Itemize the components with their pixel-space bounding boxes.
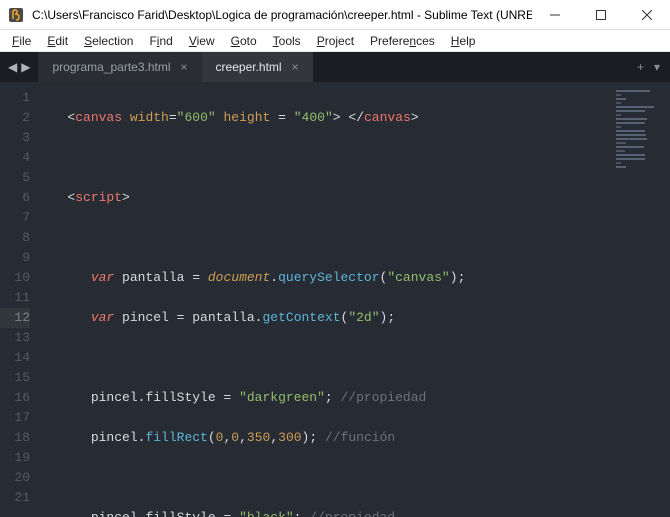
line-number: 8 bbox=[0, 228, 30, 248]
line-number: 13 bbox=[0, 328, 30, 348]
minimap[interactable] bbox=[610, 82, 670, 517]
line-number: 4 bbox=[0, 148, 30, 168]
line-number: 20 bbox=[0, 468, 30, 488]
maximize-button[interactable] bbox=[578, 0, 624, 30]
menu-view[interactable]: View bbox=[181, 32, 223, 50]
line-number: 1 bbox=[0, 88, 30, 108]
minimize-button[interactable] bbox=[532, 0, 578, 30]
line-number: 2 bbox=[0, 108, 30, 128]
nav-back-icon[interactable]: ◀ bbox=[8, 60, 17, 74]
line-gutter: 123456789101112131415161718192021 bbox=[0, 82, 40, 517]
line-number: 9 bbox=[0, 248, 30, 268]
menu-project[interactable]: Project bbox=[309, 32, 362, 50]
tab-close-icon[interactable]: × bbox=[292, 60, 299, 74]
line-number: 16 bbox=[0, 388, 30, 408]
close-button[interactable] bbox=[624, 0, 670, 30]
window-title: C:\Users\Francisco Farid\Desktop\Logica … bbox=[32, 8, 532, 22]
line-number: 19 bbox=[0, 448, 30, 468]
tab-bar: ◀ ▶ programa_parte3.html × creeper.html … bbox=[0, 52, 670, 82]
tab-label: programa_parte3.html bbox=[52, 60, 170, 74]
menu-selection[interactable]: Selection bbox=[76, 32, 141, 50]
line-number: 5 bbox=[0, 168, 30, 188]
app-icon bbox=[6, 5, 26, 25]
line-number: 18 bbox=[0, 428, 30, 448]
titlebar: C:\Users\Francisco Farid\Desktop\Logica … bbox=[0, 0, 670, 30]
line-number: 11 bbox=[0, 288, 30, 308]
line-number: 3 bbox=[0, 128, 30, 148]
line-number: 6 bbox=[0, 188, 30, 208]
menu-edit[interactable]: Edit bbox=[39, 32, 76, 50]
code-content[interactable]: <canvas width="600" height = "400"> </ca… bbox=[40, 82, 610, 517]
tab-overflow-icon[interactable]: ▾ bbox=[654, 60, 660, 74]
line-number: 7 bbox=[0, 208, 30, 228]
tab-label: creeper.html bbox=[216, 60, 282, 74]
menu-find[interactable]: Find bbox=[141, 32, 180, 50]
line-number: 15 bbox=[0, 368, 30, 388]
tab-close-icon[interactable]: × bbox=[181, 60, 188, 74]
new-tab-icon[interactable]: + bbox=[637, 60, 644, 74]
menu-help[interactable]: Help bbox=[443, 32, 484, 50]
menubar: File Edit Selection Find View Goto Tools… bbox=[0, 30, 670, 52]
line-number: 14 bbox=[0, 348, 30, 368]
menu-goto[interactable]: Goto bbox=[223, 32, 265, 50]
line-number: 12 bbox=[0, 308, 30, 328]
tab-programa-parte3[interactable]: programa_parte3.html × bbox=[38, 52, 201, 82]
tab-creeper[interactable]: creeper.html × bbox=[202, 52, 313, 82]
menu-preferences[interactable]: Preferences bbox=[362, 32, 443, 50]
editor-area[interactable]: 123456789101112131415161718192021 <canva… bbox=[0, 82, 670, 517]
line-number: 10 bbox=[0, 268, 30, 288]
menu-file[interactable]: File bbox=[4, 32, 39, 50]
line-number: 21 bbox=[0, 488, 30, 508]
line-number: 17 bbox=[0, 408, 30, 428]
menu-tools[interactable]: Tools bbox=[265, 32, 309, 50]
nav-forward-icon[interactable]: ▶ bbox=[21, 60, 30, 74]
